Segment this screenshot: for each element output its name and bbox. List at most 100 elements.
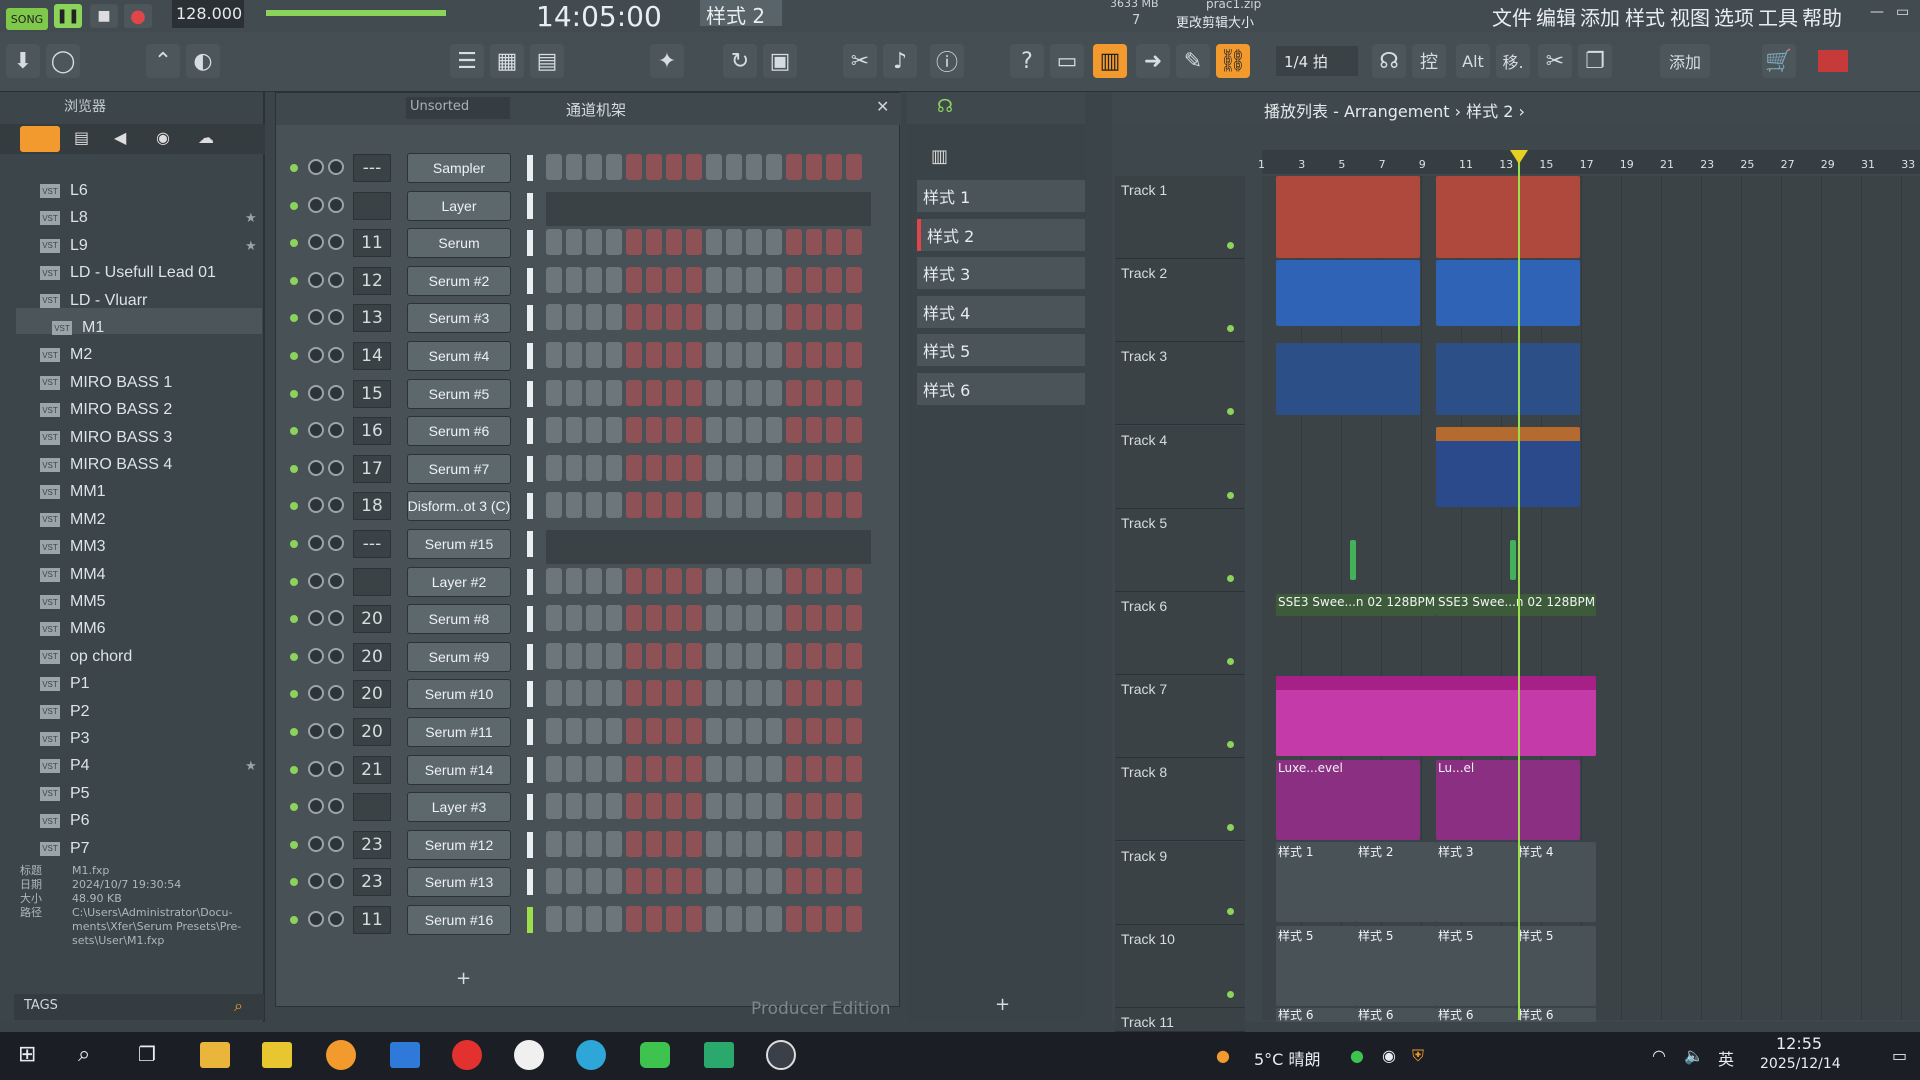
window-icon[interactable]: ▭ [1050, 44, 1084, 78]
step-button[interactable] [566, 642, 582, 669]
step-button[interactable] [826, 906, 842, 932]
step-button[interactable] [646, 605, 662, 632]
track-active-led[interactable] [1227, 990, 1234, 998]
mixer-track-number[interactable]: 20 [353, 680, 391, 709]
track-header[interactable]: Track 10 [1115, 924, 1245, 1008]
step-button[interactable] [826, 229, 842, 256]
piano-roll-icon[interactable]: ▤ [530, 44, 564, 78]
track-active-led[interactable] [1227, 325, 1234, 333]
channel-select-bar[interactable] [527, 756, 533, 783]
step-button[interactable] [646, 342, 662, 368]
channel-knob[interactable] [308, 911, 324, 927]
step-button[interactable] [806, 567, 822, 594]
step-button[interactable] [826, 417, 842, 444]
wechat-icon[interactable] [640, 1042, 670, 1068]
step-button[interactable] [646, 868, 662, 895]
step-button[interactable] [706, 229, 722, 256]
audio-clip[interactable] [1276, 176, 1420, 258]
channel-select-bar[interactable] [527, 230, 533, 257]
browser-item[interactable]: VST L6 [40, 178, 88, 204]
step-button[interactable] [746, 454, 762, 481]
step-button[interactable] [786, 266, 802, 293]
minimize-button[interactable]: — [1870, 4, 1890, 24]
step-button[interactable] [626, 266, 642, 293]
channel-knob[interactable] [328, 196, 344, 213]
step-button[interactable] [846, 454, 862, 481]
browser-item[interactable]: VST P5 [40, 781, 90, 807]
add-pattern-button[interactable]: + [995, 994, 1010, 1015]
step-button[interactable] [626, 379, 642, 406]
step-button[interactable] [706, 793, 722, 820]
mixer-track-number[interactable]: 23 [353, 868, 391, 897]
search-icon[interactable]: ⌕ [78, 1042, 90, 1067]
step-button[interactable] [726, 830, 742, 857]
step-button[interactable] [726, 755, 742, 782]
channel-knob[interactable] [308, 873, 324, 890]
app-icon[interactable] [262, 1042, 292, 1068]
weather-text[interactable]: 5°C 晴朗 [1254, 1046, 1320, 1070]
arrow-right-icon[interactable]: ➜ [1136, 44, 1170, 78]
step-button[interactable] [726, 154, 742, 180]
explorer-icon[interactable] [200, 1042, 230, 1068]
channel-name-button[interactable]: Serum #3 [407, 303, 511, 334]
step-button[interactable] [846, 755, 862, 782]
channel-name-button[interactable]: Serum #11 [407, 717, 511, 747]
step-button[interactable] [786, 642, 802, 669]
step-button[interactable] [706, 642, 722, 669]
step-button[interactable] [746, 379, 762, 406]
mixer-track-number[interactable]: 23 [353, 830, 391, 859]
step-button[interactable] [806, 642, 822, 669]
step-button[interactable] [706, 830, 722, 857]
step-button[interactable] [846, 154, 862, 180]
track-header[interactable]: Track 11 [1115, 1008, 1245, 1032]
channel-knob[interactable] [328, 610, 344, 627]
step-button[interactable] [586, 492, 602, 519]
step-button[interactable] [666, 379, 682, 406]
browser-item[interactable]: VST LD - Usefull Lead 01 [40, 260, 216, 286]
step-button[interactable] [826, 793, 842, 820]
snap-selector[interactable]: 1/4 拍 [1276, 46, 1358, 76]
step-button[interactable] [746, 417, 762, 444]
favorite-star-icon[interactable]: ★ [245, 211, 257, 226]
step-button[interactable] [766, 605, 782, 632]
channel-knob[interactable] [308, 384, 324, 401]
step-button[interactable] [806, 342, 822, 368]
step-button[interactable] [606, 793, 622, 820]
step-button[interactable] [566, 830, 582, 857]
wechat-tray-icon[interactable]: ● [1350, 1046, 1364, 1065]
channel-knob[interactable] [308, 347, 324, 363]
step-button[interactable] [786, 868, 802, 895]
step-button[interactable] [786, 567, 802, 594]
step-button[interactable] [546, 454, 562, 481]
step-button[interactable] [666, 793, 682, 820]
pencil-icon[interactable]: ✎ [1176, 44, 1210, 78]
app-icon[interactable] [390, 1042, 420, 1068]
step-button[interactable] [666, 830, 682, 857]
sweep-clip[interactable]: SSE3 Swee...n 02 128BPM [1436, 594, 1596, 616]
step-button[interactable] [826, 454, 842, 481]
step-button[interactable] [626, 454, 642, 481]
track-header[interactable]: Track 9 [1115, 841, 1245, 925]
browser-item[interactable]: VST P2 [40, 699, 90, 725]
pause-button[interactable]: ❚❚ [54, 4, 82, 28]
track-active-led[interactable] [1227, 824, 1234, 832]
loop-icon[interactable]: ◯ [46, 44, 80, 78]
step-button[interactable] [666, 567, 682, 594]
step-button[interactable] [766, 567, 782, 594]
step-button[interactable] [746, 755, 762, 782]
step-button[interactable] [586, 567, 602, 594]
menu-options[interactable]: 选项 [1714, 2, 1754, 31]
tags-bar[interactable]: TAGS ⌕ [14, 994, 264, 1020]
mixer-track-number[interactable]: 12 [353, 266, 391, 295]
menu-tools[interactable]: 工具 [1758, 2, 1798, 31]
channel-knob[interactable] [328, 497, 344, 514]
start-icon[interactable]: ⊞ [18, 1042, 36, 1067]
step-button[interactable] [546, 229, 562, 256]
browser-item[interactable]: VST L8 [40, 205, 88, 231]
browser-speaker-icon[interactable]: ◀ [114, 128, 126, 147]
step-button[interactable] [826, 342, 842, 368]
step-button[interactable] [646, 793, 662, 820]
step-button[interactable] [666, 229, 682, 256]
step-button[interactable] [726, 868, 742, 895]
info-icon[interactable]: ⓘ [930, 44, 964, 78]
